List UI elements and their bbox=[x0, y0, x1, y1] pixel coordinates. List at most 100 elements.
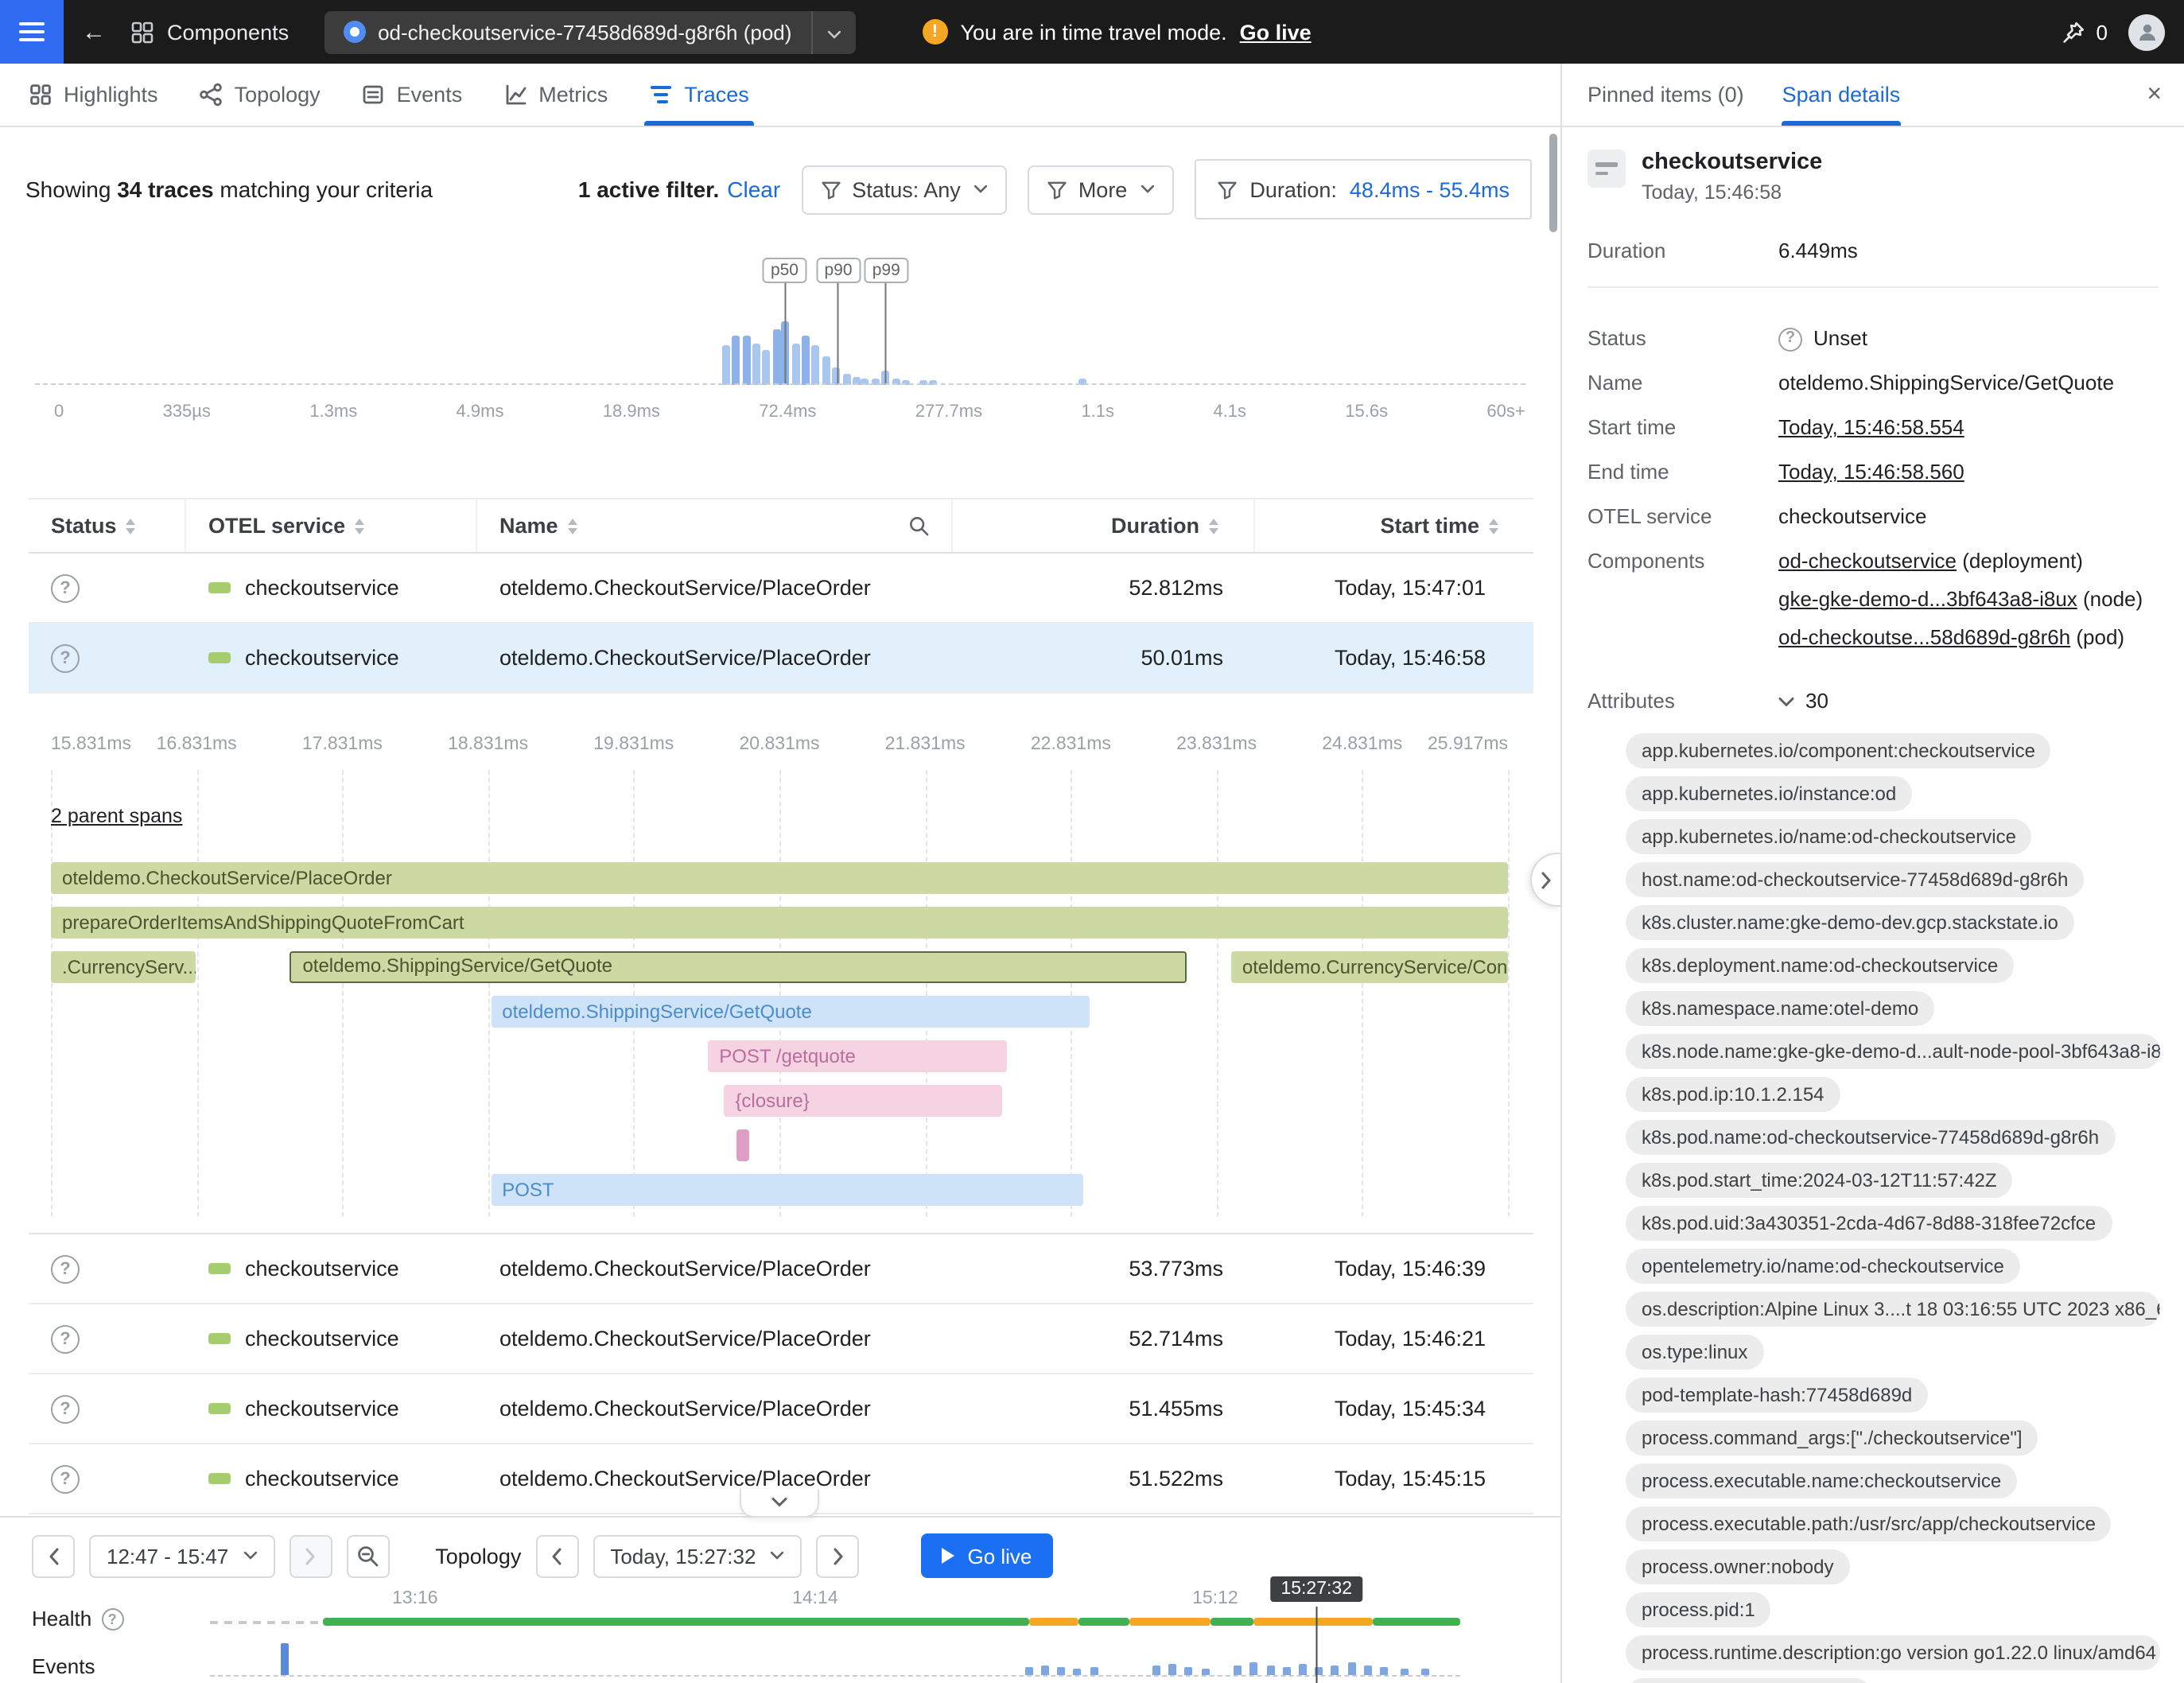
column-header-name[interactable]: Name bbox=[477, 499, 953, 552]
status-filter-button[interactable]: Status: Any bbox=[801, 165, 1007, 214]
breadcrumb[interactable]: Components bbox=[130, 20, 289, 44]
duration-filter[interactable]: Duration: 48.4ms - 55.4ms bbox=[1194, 159, 1532, 220]
tab-topology[interactable]: Topology bbox=[200, 64, 321, 126]
sort-icon[interactable] bbox=[568, 518, 577, 534]
attributes-collapse-icon[interactable] bbox=[1778, 696, 1794, 707]
warning-text: You are in time travel mode. bbox=[960, 20, 1226, 44]
filter-funnel-icon bbox=[820, 179, 841, 200]
timeline-cursor[interactable] bbox=[1315, 1607, 1318, 1683]
trace-status-cell: ? bbox=[29, 1254, 186, 1283]
trace-row[interactable]: ?checkoutserviceoteldemo.CheckoutService… bbox=[29, 554, 1533, 624]
percentile-line bbox=[837, 283, 839, 385]
span-row: oteldemo.ShippingService/GetQuote bbox=[51, 989, 1508, 1034]
trace-row[interactable]: ?checkoutserviceoteldemo.CheckoutService… bbox=[29, 1374, 1533, 1444]
trace-name-cell: oteldemo.CheckoutService/PlaceOrder bbox=[477, 1257, 953, 1281]
sort-icon[interactable] bbox=[126, 518, 136, 534]
context-selector-caret[interactable] bbox=[810, 10, 855, 53]
component-link[interactable]: gke-gke-demo-d...3bf643a8-i8ux bbox=[1778, 587, 2077, 611]
status-unknown-icon: ? bbox=[51, 1324, 80, 1353]
main-scrollbar[interactable] bbox=[1549, 134, 1557, 232]
context-selector[interactable]: od-checkoutservice-77458d689d-g8r6h (pod… bbox=[324, 10, 855, 53]
span-bar[interactable]: oteldemo.CurrencyService/Con bbox=[1231, 951, 1508, 983]
span-bar[interactable]: {closure} bbox=[724, 1085, 1002, 1117]
column-header-otel-service[interactable]: OTEL service bbox=[186, 499, 477, 552]
close-panel-icon[interactable]: × bbox=[2147, 80, 2162, 109]
attributes-list: app.kubernetes.io/component:checkoutserv… bbox=[1587, 733, 2159, 1683]
tab-metrics[interactable]: Metrics bbox=[503, 64, 608, 126]
span-bar[interactable]: .CurrencyServ... bbox=[51, 951, 195, 983]
context-selector-main[interactable]: od-checkoutservice-77458d689d-g8r6h (pod… bbox=[324, 10, 810, 53]
avatar[interactable] bbox=[2128, 14, 2165, 50]
event-bar bbox=[1266, 1666, 1274, 1675]
clear-filters-link[interactable]: Clear bbox=[727, 177, 780, 202]
tab-pinned-items[interactable]: Pinned items (0) bbox=[1587, 64, 1744, 126]
time-range-back-button[interactable] bbox=[32, 1534, 75, 1577]
trace-duration-cell: 52.714ms bbox=[953, 1327, 1255, 1351]
more-filters-button[interactable]: More bbox=[1028, 165, 1174, 214]
field-end-time: End time Today, 15:46:58.560 bbox=[1587, 460, 2159, 485]
column-header-status[interactable]: Status bbox=[29, 499, 186, 552]
status-unknown-icon: ? bbox=[51, 573, 80, 602]
sort-icon[interactable] bbox=[1489, 518, 1498, 534]
event-bar bbox=[1421, 1669, 1429, 1675]
back-button[interactable]: ← bbox=[64, 18, 124, 45]
collapse-trace-button[interactable] bbox=[740, 1489, 819, 1518]
start-time-link[interactable]: Today, 15:46:58.554 bbox=[1778, 415, 1964, 441]
health-segment-healthy bbox=[1373, 1618, 1460, 1626]
duration-filter-range: 48.4ms - 55.4ms bbox=[1350, 177, 1510, 201]
tab-span-details[interactable]: Span details bbox=[1782, 64, 1901, 126]
column-header-duration[interactable]: Duration bbox=[953, 499, 1255, 552]
menu-button[interactable] bbox=[0, 0, 64, 64]
chevron-right-icon bbox=[1540, 871, 1553, 888]
attribute-pill: host.name:od-checkoutservice-77458d689d-… bbox=[1626, 862, 2084, 897]
span-details-body: checkoutservice Today, 15:46:58 Duration… bbox=[1562, 127, 2184, 1683]
span-bar[interactable]: oteldemo.ShippingService/GetQuote bbox=[290, 951, 1186, 983]
span-bar[interactable]: oteldemo.CheckoutService/PlaceOrder bbox=[51, 862, 1508, 894]
component-type: (deployment) bbox=[1957, 549, 2083, 573]
span-bar[interactable]: POST bbox=[491, 1174, 1082, 1206]
pin-icon[interactable] bbox=[2062, 20, 2085, 44]
trace-starttime-cell: Today, 15:47:01 bbox=[1255, 576, 1533, 600]
component-link[interactable]: od-checkoutse...58d689d-g8r6h bbox=[1778, 625, 2070, 649]
sort-icon[interactable] bbox=[355, 518, 364, 534]
service-name: checkoutservice bbox=[245, 1397, 399, 1421]
percentile-marker-p50: p50 bbox=[763, 258, 806, 385]
event-bar bbox=[1041, 1666, 1049, 1675]
component-link[interactable]: od-checkoutservice bbox=[1778, 549, 1957, 573]
service-color-swatch bbox=[208, 652, 231, 663]
attribute-pill: k8s.pod.ip:10.1.2.154 bbox=[1626, 1077, 1840, 1112]
time-tick-label: 23.831ms bbox=[1176, 735, 1257, 754]
time-tick-label: 25.917ms bbox=[1428, 735, 1508, 754]
health-row-label: Health ? bbox=[32, 1607, 123, 1631]
trace-row[interactable]: ?checkoutserviceoteldemo.CheckoutService… bbox=[29, 1234, 1533, 1304]
span-rows: oteldemo.CheckoutService/PlaceOrder prepa… bbox=[51, 856, 1508, 1212]
span-row: POST /getquote bbox=[51, 1034, 1508, 1079]
span-bar[interactable]: POST /getquote bbox=[708, 1040, 1007, 1072]
duration-histogram[interactable]: p50p90p99 0335µs1.3ms4.9ms18.9ms72.4ms27… bbox=[29, 250, 1532, 425]
timeline-chart[interactable]: 13:1614:1415:1215:27:32 bbox=[210, 1518, 1460, 1683]
span-bar[interactable] bbox=[737, 1129, 749, 1161]
trace-status-cell: ? bbox=[29, 643, 186, 672]
axis-tick-label: 4.1s bbox=[1213, 402, 1246, 422]
span-bar[interactable]: oteldemo.ShippingService/GetQuote bbox=[491, 996, 1090, 1028]
tab-highlights[interactable]: Highlights bbox=[29, 64, 158, 126]
help-icon[interactable]: ? bbox=[101, 1607, 123, 1630]
timeline-axis-label: 13:16 bbox=[392, 1589, 438, 1608]
column-header-start-time[interactable]: Start time bbox=[1255, 499, 1533, 552]
parent-spans-link[interactable]: 2 parent spans bbox=[51, 805, 182, 827]
tab-traces[interactable]: Traces bbox=[649, 64, 749, 126]
trace-table-body: ? checkoutservice oteldemo.CheckoutService… bbox=[29, 554, 1533, 1514]
end-time-link[interactable]: Today, 15:46:58.560 bbox=[1778, 460, 1964, 485]
tab-events[interactable]: Events bbox=[362, 64, 463, 126]
sort-icon[interactable] bbox=[1209, 518, 1218, 534]
trace-row[interactable]: ?checkoutserviceoteldemo.CheckoutService… bbox=[29, 1304, 1533, 1374]
percentile-label: p50 bbox=[763, 258, 806, 283]
span-bar[interactable]: prepareOrderItemsAndShippingQuoteFromCar… bbox=[51, 907, 1508, 939]
search-icon[interactable] bbox=[908, 515, 929, 536]
trace-row[interactable]: ?checkoutserviceoteldemo.CheckoutService… bbox=[29, 624, 1533, 694]
event-bar bbox=[1152, 1666, 1160, 1675]
field-name: Name oteldemo.ShippingService/GetQuote bbox=[1587, 371, 2159, 396]
go-live-link[interactable]: Go live bbox=[1240, 20, 1312, 44]
time-tick-label: 15.831ms bbox=[51, 735, 131, 754]
percentile-label: p99 bbox=[865, 258, 908, 283]
